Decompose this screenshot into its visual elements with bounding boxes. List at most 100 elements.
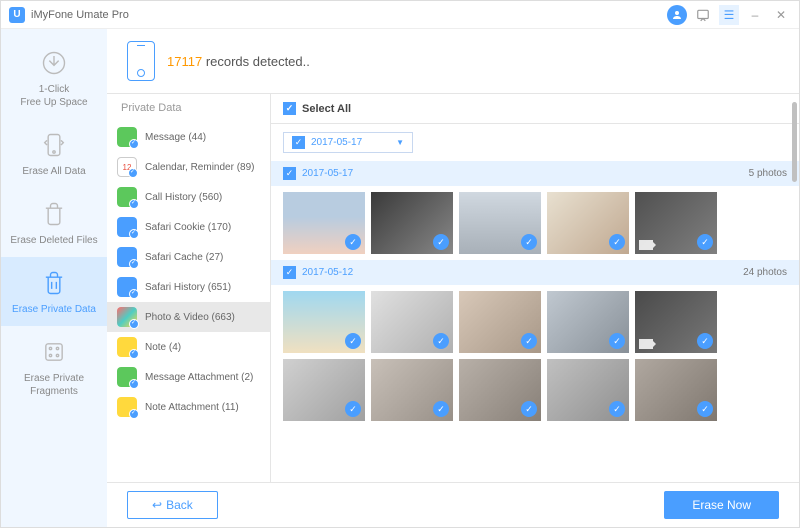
thumbnail[interactable]: ✓: [459, 192, 541, 254]
nav-icon: [38, 198, 70, 230]
erase-now-button[interactable]: Erase Now: [664, 491, 779, 519]
thumb-checkbox[interactable]: ✓: [433, 401, 449, 417]
thumb-checkbox[interactable]: ✓: [609, 234, 625, 250]
app-logo: U: [9, 7, 25, 23]
category-icon: [117, 277, 137, 297]
thumb-checkbox[interactable]: ✓: [521, 234, 537, 250]
thumb-checkbox[interactable]: ✓: [609, 401, 625, 417]
back-arrow-icon: ↩: [152, 498, 162, 512]
group-checkbox[interactable]: ✓: [283, 266, 296, 279]
thumb-checkbox[interactable]: ✓: [521, 333, 537, 349]
nav-icon: [38, 336, 70, 368]
close-button[interactable]: ✕: [771, 5, 791, 25]
thumb-checkbox[interactable]: ✓: [697, 333, 713, 349]
category-item[interactable]: Call History (560): [107, 182, 270, 212]
sidebar-item-1[interactable]: Erase All Data: [1, 119, 107, 188]
thumbnail[interactable]: ✓: [283, 359, 365, 421]
category-label: Call History (560): [145, 192, 222, 203]
category-item[interactable]: Photo & Video (663): [107, 302, 270, 332]
category-icon: [117, 217, 137, 237]
thumbnail[interactable]: ✓: [283, 192, 365, 254]
video-icon: [639, 240, 653, 250]
category-list: Message (44) 12Calendar, Reminder (89) Cal…: [107, 122, 270, 482]
records-count: 17117: [167, 54, 202, 69]
thumbnail-grid: ✓ ✓ ✓ ✓ ✓: [271, 186, 799, 260]
thumb-checkbox[interactable]: ✓: [345, 401, 361, 417]
category-icon: 12: [117, 157, 137, 177]
thumbnail[interactable]: ✓: [635, 359, 717, 421]
category-label: Photo & Video (663): [145, 312, 235, 323]
scrollbar[interactable]: [792, 102, 797, 182]
category-label: Safari History (651): [145, 282, 231, 293]
thumb-checkbox[interactable]: ✓: [697, 401, 713, 417]
category-icon: [117, 247, 137, 267]
records-label: records detected..: [206, 54, 310, 69]
date-checkbox[interactable]: ✓: [292, 136, 305, 149]
app-title: iMyFone Umate Pro: [31, 9, 129, 21]
group-header[interactable]: ✓2017-05-175 photos: [271, 161, 799, 186]
category-item[interactable]: 12Calendar, Reminder (89): [107, 152, 270, 182]
thumbnail[interactable]: ✓: [547, 291, 629, 353]
thumb-checkbox[interactable]: ✓: [697, 234, 713, 250]
category-label: Safari Cookie (170): [145, 222, 231, 233]
select-all-checkbox[interactable]: ✓: [283, 102, 296, 115]
group-checkbox[interactable]: ✓: [283, 167, 296, 180]
category-label: Message (44): [145, 132, 206, 143]
sidebar-item-4[interactable]: Erase PrivateFragments: [1, 326, 107, 408]
thumbnail[interactable]: ✓: [459, 359, 541, 421]
minimize-button[interactable]: –: [745, 5, 765, 25]
user-avatar-icon[interactable]: [667, 5, 687, 25]
thumbnail[interactable]: ✓: [371, 359, 453, 421]
thumbnail[interactable]: ✓: [635, 192, 717, 254]
category-item[interactable]: Safari Cookie (170): [107, 212, 270, 242]
back-button[interactable]: ↩Back: [127, 491, 218, 519]
category-label: Note Attachment (11): [145, 402, 239, 413]
menu-icon[interactable]: ☰: [719, 5, 739, 25]
feedback-icon[interactable]: [693, 5, 713, 25]
thumbnail[interactable]: ✓: [547, 359, 629, 421]
sidebar-item-0[interactable]: 1-ClickFree Up Space: [1, 37, 107, 119]
category-item[interactable]: Safari Cache (27): [107, 242, 270, 272]
chevron-down-icon: ▼: [396, 138, 404, 147]
thumb-checkbox[interactable]: ✓: [345, 234, 361, 250]
thumbnail[interactable]: ✓: [459, 291, 541, 353]
category-title: Private Data: [107, 94, 270, 122]
thumbnail[interactable]: ✓: [635, 291, 717, 353]
group-count: 24 photos: [743, 267, 787, 278]
thumb-checkbox[interactable]: ✓: [521, 401, 537, 417]
category-icon: [117, 187, 137, 207]
group-header[interactable]: ✓2017-05-1224 photos: [271, 260, 799, 285]
sidebar-item-3[interactable]: Erase Private Data: [1, 257, 107, 326]
category-icon: [117, 367, 137, 387]
date-dropdown[interactable]: ✓ 2017-05-17 ▼: [283, 132, 413, 153]
category-item[interactable]: Message Attachment (2): [107, 362, 270, 392]
thumbnail[interactable]: ✓: [371, 192, 453, 254]
category-item[interactable]: Message (44): [107, 122, 270, 152]
category-label: Safari Cache (27): [145, 252, 223, 263]
phone-icon: [127, 41, 155, 81]
thumb-checkbox[interactable]: ✓: [433, 234, 449, 250]
thumbnail-grid: ✓ ✓ ✓ ✓ ✓ ✓ ✓ ✓ ✓ ✓: [271, 285, 799, 427]
category-item[interactable]: Note Attachment (11): [107, 392, 270, 422]
category-icon: [117, 397, 137, 417]
thumbnail[interactable]: ✓: [371, 291, 453, 353]
thumb-checkbox[interactable]: ✓: [609, 333, 625, 349]
category-item[interactable]: Note (4): [107, 332, 270, 362]
category-icon: [117, 127, 137, 147]
sidebar-item-2[interactable]: Erase Deleted Files: [1, 188, 107, 257]
thumb-checkbox[interactable]: ✓: [345, 333, 361, 349]
category-item[interactable]: Safari History (651): [107, 272, 270, 302]
select-all-label: Select All: [302, 103, 351, 115]
video-icon: [639, 339, 653, 349]
select-all-row[interactable]: ✓ Select All: [271, 94, 799, 124]
titlebar: U iMyFone Umate Pro ☰ – ✕: [1, 1, 799, 29]
category-icon: [117, 307, 137, 327]
thumb-checkbox[interactable]: ✓: [433, 333, 449, 349]
thumbnail[interactable]: ✓: [547, 192, 629, 254]
thumbnail[interactable]: ✓: [283, 291, 365, 353]
nav-icon: [38, 129, 70, 161]
date-value: 2017-05-17: [311, 137, 362, 148]
nav-icon: [38, 47, 70, 79]
sidebar: 1-ClickFree Up SpaceErase All DataErase …: [1, 29, 107, 527]
records-header: 17117 records detected..: [107, 29, 799, 93]
